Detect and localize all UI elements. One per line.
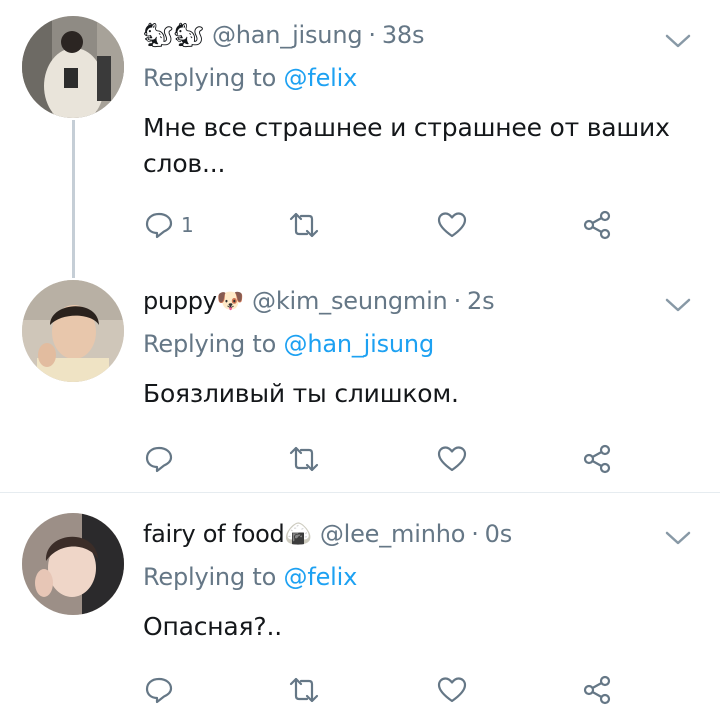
like-button[interactable] — [436, 673, 468, 707]
tweet-header: puppy 🐶 @kim_seungmin · 2s — [143, 284, 495, 318]
tweet-text: Мне все страшнее и страшнее от ваших сло… — [143, 113, 670, 178]
chevron-down-icon[interactable] — [664, 529, 692, 547]
timestamp[interactable]: 2s — [467, 287, 495, 315]
like-button[interactable] — [436, 442, 468, 476]
share-icon — [583, 675, 611, 705]
share-icon — [583, 210, 611, 240]
replying-to: Replying to @felix — [143, 64, 357, 92]
dog-emoji-icon: 🐶 — [216, 288, 245, 314]
reply-icon — [145, 446, 173, 473]
retweet-icon — [289, 212, 319, 238]
display-name[interactable]: puppy — [143, 287, 217, 315]
retweet-icon — [289, 677, 319, 703]
retweet-button[interactable] — [288, 673, 320, 707]
reply-icon — [145, 212, 173, 239]
heart-icon — [437, 446, 467, 472]
tweet-header: 🐿🐿 @han_jisung · 38s — [143, 18, 424, 52]
reply-button[interactable]: 1 — [143, 208, 194, 242]
tweet-1[interactable]: 🐿🐿 @han_jisung · 38s Replying to @felix … — [0, 0, 720, 278]
tweet-actions — [143, 442, 623, 476]
squirrel-emoji-icon: 🐿🐿 — [143, 21, 204, 49]
separator-dot: · — [453, 287, 462, 315]
avatar[interactable] — [22, 280, 124, 382]
timestamp[interactable]: 0s — [485, 520, 513, 548]
reply-icon — [145, 677, 173, 704]
tweet-actions: 1 — [143, 208, 623, 242]
separator-dot: · — [368, 21, 376, 49]
tweet-text: Опасная?.. — [143, 612, 282, 641]
thread-line — [72, 120, 75, 278]
replying-to: Replying to @felix — [143, 563, 357, 591]
avatar[interactable] — [22, 16, 124, 118]
replying-prefix: Replying to — [143, 563, 277, 591]
retweet-button[interactable] — [288, 442, 320, 476]
share-button[interactable] — [581, 442, 613, 476]
tweet-header: fairy of food 🍙 @lee_minho · 0s — [143, 517, 512, 551]
chevron-down-icon[interactable] — [664, 296, 692, 314]
tweet-actions — [143, 673, 623, 707]
rice-ball-emoji-icon: 🍙 — [284, 521, 312, 547]
handle[interactable]: @lee_minho — [320, 520, 466, 548]
chevron-down-icon[interactable] — [664, 32, 692, 50]
retweet-button[interactable] — [288, 208, 320, 242]
mention-link[interactable]: @felix — [284, 563, 358, 591]
timestamp[interactable]: 38s — [382, 21, 425, 49]
share-icon — [583, 444, 611, 474]
share-button[interactable] — [581, 208, 613, 242]
replying-prefix: Replying to — [143, 330, 277, 358]
tweet-text: Боязливый ты слишком. — [143, 379, 459, 408]
separator-dot: · — [471, 520, 479, 548]
handle[interactable]: @kim_seungmin — [252, 287, 448, 315]
mention-link[interactable]: @han_jisung — [284, 330, 435, 358]
reply-count: 1 — [181, 213, 194, 237]
replying-prefix: Replying to — [143, 64, 277, 92]
display-name[interactable]: fairy of food — [143, 520, 285, 548]
tweet-2[interactable]: puppy 🐶 @kim_seungmin · 2s Replying to @… — [0, 270, 720, 492]
heart-icon — [437, 212, 467, 238]
reply-button[interactable] — [143, 673, 181, 707]
retweet-icon — [289, 446, 319, 472]
avatar[interactable] — [22, 513, 124, 615]
replying-to: Replying to @han_jisung — [143, 330, 434, 358]
share-button[interactable] — [581, 673, 613, 707]
mention-link[interactable]: @felix — [284, 64, 358, 92]
heart-icon — [437, 677, 467, 703]
tweet-3[interactable]: fairy of food 🍙 @lee_minho · 0s Replying… — [0, 493, 720, 716]
handle[interactable]: @han_jisung — [212, 21, 363, 49]
like-button[interactable] — [436, 208, 468, 242]
reply-button[interactable] — [143, 442, 181, 476]
